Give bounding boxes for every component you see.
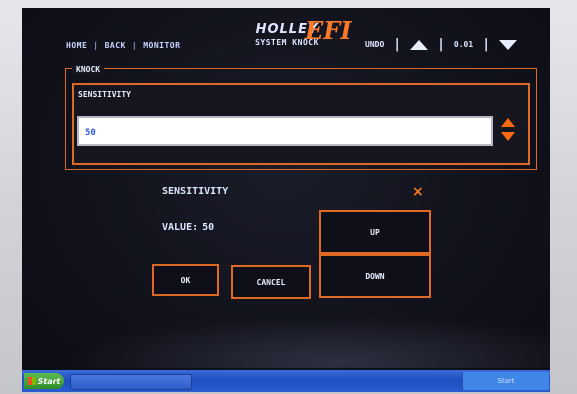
spinner-up-icon[interactable]	[501, 118, 515, 127]
nav-links: HOME | BACK | MONITOR	[66, 41, 180, 50]
nav-separator: |	[93, 41, 99, 50]
start-label: Start	[37, 376, 61, 386]
nav-home[interactable]: HOME	[66, 41, 87, 50]
dialog-title: SENSITIVITY	[162, 186, 229, 197]
value-readout: 50	[202, 222, 215, 233]
start-button[interactable]: Start	[24, 373, 64, 389]
taskbar-app-button[interactable]	[70, 374, 192, 390]
taskbar: Start Start	[22, 370, 550, 392]
spinner-down-icon[interactable]	[501, 132, 515, 141]
step-value[interactable]: 0.01	[454, 40, 473, 49]
sensitivity-input[interactable]: 50	[77, 116, 493, 146]
top-bar: HOME | BACK | MONITOR HOLLEY EFI SYSTEM …	[22, 8, 550, 62]
ok-button[interactable]: OK	[152, 264, 219, 296]
brand-logo: HOLLEY EFI SYSTEM KNOCK	[232, 16, 351, 47]
screen-glare	[22, 308, 550, 368]
dialog-value-row: VALUE: 50	[162, 222, 214, 233]
knock-group-label: KNOCK	[72, 65, 105, 74]
sensitivity-spinner[interactable]	[499, 118, 517, 146]
down-button[interactable]: DOWN	[319, 254, 431, 298]
tray-label: Start	[497, 377, 515, 385]
nav-monitor[interactable]: MONITOR	[143, 41, 180, 50]
brand-efi: EFI	[305, 16, 352, 45]
system-tray[interactable]: Start	[462, 372, 549, 390]
cancel-button[interactable]: CANCEL	[231, 265, 311, 299]
separator: |	[393, 37, 402, 52]
decrement-arrow-down-icon[interactable]	[499, 39, 518, 50]
up-button[interactable]: UP	[319, 210, 431, 254]
header-controls: UNDO | | 0.01 |	[365, 37, 518, 52]
separator: |	[482, 37, 491, 52]
screen: HOME | BACK | MONITOR HOLLEY EFI SYSTEM …	[22, 8, 550, 392]
separator: |	[437, 37, 445, 52]
increment-arrow-up-icon[interactable]	[410, 39, 429, 50]
undo-button[interactable]: UNDO	[365, 40, 384, 49]
windows-logo-icon	[27, 377, 36, 385]
nav-separator: |	[131, 41, 138, 50]
sensitivity-label: SENSITIVITY	[78, 90, 131, 99]
close-icon[interactable]: ×	[412, 184, 424, 200]
nav-back[interactable]: BACK	[105, 41, 126, 50]
value-label: VALUE:	[162, 222, 199, 233]
